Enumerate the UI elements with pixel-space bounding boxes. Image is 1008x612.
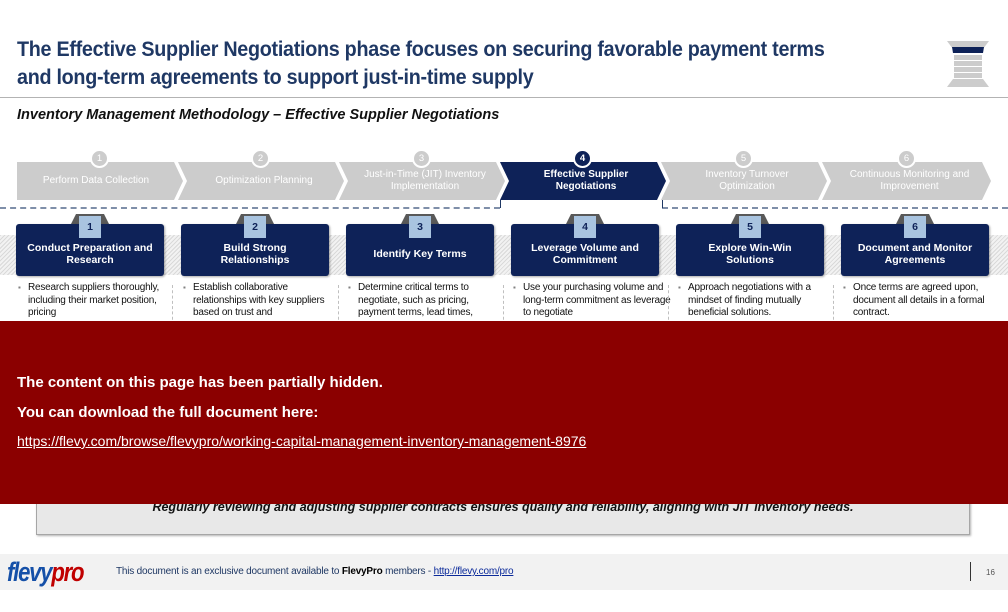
step-number: 1 — [79, 216, 101, 238]
step-description: Research suppliers thoroughly, including… — [16, 282, 176, 320]
column-separator — [668, 285, 669, 325]
phase-4[interactable]: Effective Supplier Negotiations 4 — [500, 149, 666, 200]
phase-3[interactable]: Just-in-Time (JIT) Inventory Implementat… — [339, 149, 505, 200]
phase-number: 2 — [251, 149, 270, 168]
column-separator — [338, 285, 339, 325]
footer-text-suffix: members - — [382, 566, 434, 577]
phase-5[interactable]: Inventory Turnover Optimization 5 — [661, 149, 827, 200]
footer-divider — [970, 562, 971, 581]
connector-tick — [662, 200, 663, 208]
page-number: 16 — [986, 568, 995, 577]
phase-2[interactable]: Optimization Planning 2 — [178, 149, 344, 200]
step-description: Once terms are agreed upon, document all… — [841, 282, 1001, 320]
page-title: The Effective Supplier Negotiations phas… — [17, 38, 825, 89]
phase-chevron-bar: Perform Data Collection 1 Optimization P… — [17, 149, 991, 200]
step-description: Approach negotiations with a mindset of … — [676, 282, 836, 320]
step-number: 6 — [904, 216, 926, 238]
phase-number: 5 — [734, 149, 753, 168]
title-divider — [0, 97, 1008, 98]
column-separator — [833, 285, 834, 325]
step-number: 3 — [409, 216, 431, 238]
footer-link[interactable]: http://flevy.com/pro — [434, 566, 514, 577]
step-number: 5 — [739, 216, 761, 238]
footer-text-prefix: This document is an exclusive document a… — [116, 566, 342, 577]
dashed-connector-right — [662, 207, 1008, 209]
phase-number: 6 — [897, 149, 916, 168]
logo-flevy: flevy — [7, 557, 53, 587]
step-description: Determine critical terms to negotiate, s… — [346, 282, 506, 320]
column-separator — [503, 285, 504, 325]
connector-tick — [500, 200, 501, 208]
phase-number: 4 — [573, 149, 592, 168]
phase-1[interactable]: Perform Data Collection 1 — [17, 149, 183, 200]
section-subtitle: Inventory Management Methodology – Effec… — [17, 107, 500, 123]
footer: flevypro This document is an exclusive d… — [0, 554, 1008, 590]
download-link[interactable]: https://flevy.com/browse/flevypro/workin… — [17, 433, 586, 449]
footer-notice: This document is an exclusive document a… — [116, 566, 514, 577]
dashed-connector-left — [0, 207, 500, 209]
step-description: Use your purchasing volume and long-term… — [511, 282, 671, 320]
hourglass-stack-icon — [947, 41, 989, 87]
phase-number: 3 — [412, 149, 431, 168]
phase-6[interactable]: Continuous Monitoring and Improvement 6 — [822, 149, 991, 200]
step-number: 2 — [244, 216, 266, 238]
overlay-message: The content on this page has been partia… — [17, 374, 383, 391]
column-separator — [172, 285, 173, 325]
hidden-content-overlay: The content on this page has been partia… — [0, 321, 1008, 504]
flevypro-logo: flevypro — [7, 557, 85, 587]
footer-brand: FlevyPro — [341, 566, 383, 577]
overlay-download-prompt: You can download the full document here: — [17, 404, 319, 421]
phase-number: 1 — [90, 149, 109, 168]
step-number: 4 — [574, 216, 596, 238]
logo-pro: pro — [51, 557, 84, 587]
step-description: Establish collaborative relationships wi… — [181, 282, 341, 320]
